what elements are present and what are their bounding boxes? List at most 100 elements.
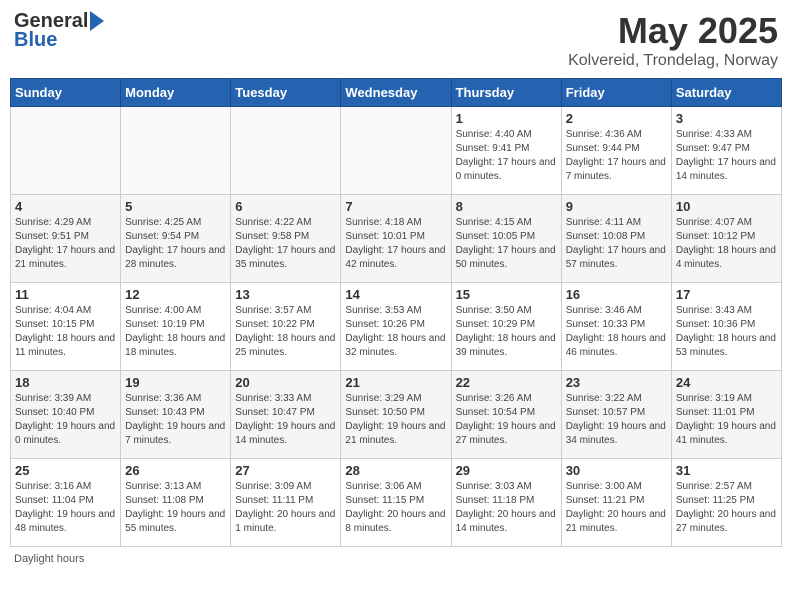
table-row: 2 Sunrise: 4:36 AMSunset: 9:44 PMDaylight…	[561, 107, 671, 195]
day-info: Sunrise: 3:13 AMSunset: 11:08 PMDaylight…	[125, 480, 226, 536]
table-row: 3 Sunrise: 4:33 AMSunset: 9:47 PMDaylight…	[671, 107, 781, 195]
table-row	[121, 107, 231, 195]
main-title: May 2025	[568, 10, 778, 52]
day-number: 31	[676, 463, 777, 478]
day-number: 18	[15, 375, 116, 390]
table-row: 6 Sunrise: 4:22 AMSunset: 9:58 PMDaylight…	[231, 195, 341, 283]
day-info: Sunrise: 3:00 AMSunset: 11:21 PMDaylight…	[566, 480, 667, 536]
day-number: 26	[125, 463, 226, 478]
day-number: 1	[456, 111, 557, 126]
day-info: Sunrise: 3:36 AMSunset: 10:43 PMDaylight…	[125, 392, 226, 448]
day-number: 28	[345, 463, 446, 478]
table-row	[341, 107, 451, 195]
table-row: 31 Sunrise: 2:57 AMSunset: 11:25 PMDaylig…	[671, 459, 781, 547]
daylight-label: Daylight hours	[14, 553, 84, 565]
table-row: 12Sunrise: 4:00 AMSunset: 10:19 PMDaylig…	[121, 283, 231, 371]
table-row: 25 Sunrise: 3:16 AMSunset: 11:04 PMDaylig…	[11, 459, 121, 547]
day-number: 24	[676, 375, 777, 390]
calendar-week-row: 1 Sunrise: 4:40 AMSunset: 9:41 PMDaylight…	[11, 107, 782, 195]
table-row: 20 Sunrise: 3:33 AMSunset: 10:47 PMDaylig…	[231, 371, 341, 459]
day-number: 27	[235, 463, 336, 478]
col-sunday: Sunday	[11, 79, 121, 107]
table-row: 11 Sunrise: 4:04 AMSunset: 10:15 PMDaylig…	[11, 283, 121, 371]
day-info: Sunrise: 3:09 AMSunset: 11:11 PMDaylight…	[235, 480, 336, 536]
table-row: 22Sunrise: 3:26 AMSunset: 10:54 PMDaylig…	[451, 371, 561, 459]
table-row: 17Sunrise: 3:43 AMSunset: 10:36 PMDaylig…	[671, 283, 781, 371]
day-number: 8	[456, 199, 557, 214]
day-number: 21	[345, 375, 446, 390]
day-number: 25	[15, 463, 116, 478]
day-info: Sunrise: 4:25 AMSunset: 9:54 PMDaylight:…	[125, 216, 226, 272]
day-info: Sunrise: 4:11 AMSunset: 10:08 PMDaylight…	[566, 216, 667, 272]
day-info: Sunrise: 3:53 AMSunset: 10:26 PMDaylight…	[345, 304, 446, 360]
day-number: 3	[676, 111, 777, 126]
day-info: Sunrise: 3:06 AMSunset: 11:15 PMDaylight…	[345, 480, 446, 536]
day-info: Sunrise: 3:50 AMSunset: 10:29 PMDaylight…	[456, 304, 557, 360]
day-info: Sunrise: 3:46 AMSunset: 10:33 PMDaylight…	[566, 304, 667, 360]
day-number: 12	[125, 287, 226, 302]
col-thursday: Thursday	[451, 79, 561, 107]
day-number: 6	[235, 199, 336, 214]
day-number: 17	[676, 287, 777, 302]
calendar-week-row: 25 Sunrise: 3:16 AMSunset: 11:04 PMDaylig…	[11, 459, 782, 547]
day-number: 23	[566, 375, 667, 390]
title-block: May 2025 Kolvereid, Trondelag, Norway	[568, 10, 778, 70]
day-number: 2	[566, 111, 667, 126]
day-number: 7	[345, 199, 446, 214]
footer: Daylight hours	[10, 553, 782, 565]
table-row: 16 Sunrise: 3:46 AMSunset: 10:33 PMDaylig…	[561, 283, 671, 371]
table-row: 14Sunrise: 3:53 AMSunset: 10:26 PMDaylig…	[341, 283, 451, 371]
day-number: 30	[566, 463, 667, 478]
day-info: Sunrise: 4:04 AMSunset: 10:15 PMDaylight…	[15, 304, 116, 360]
day-info: Sunrise: 3:22 AMSunset: 10:57 PMDaylight…	[566, 392, 667, 448]
day-info: Sunrise: 3:57 AMSunset: 10:22 PMDaylight…	[235, 304, 336, 360]
day-number: 5	[125, 199, 226, 214]
table-row: 8 Sunrise: 4:15 AMSunset: 10:05 PMDayligh…	[451, 195, 561, 283]
day-number: 16	[566, 287, 667, 302]
logo: General Blue	[14, 10, 104, 52]
day-info: Sunrise: 4:33 AMSunset: 9:47 PMDaylight:…	[676, 128, 777, 184]
table-row: 7 Sunrise: 4:18 AMSunset: 10:01 PMDayligh…	[341, 195, 451, 283]
col-saturday: Saturday	[671, 79, 781, 107]
table-row	[231, 107, 341, 195]
table-row: 13 Sunrise: 3:57 AMSunset: 10:22 PMDaylig…	[231, 283, 341, 371]
calendar-week-row: 11 Sunrise: 4:04 AMSunset: 10:15 PMDaylig…	[11, 283, 782, 371]
day-number: 4	[15, 199, 116, 214]
day-info: Sunrise: 4:15 AMSunset: 10:05 PMDaylight…	[456, 216, 557, 272]
table-row: 24 Sunrise: 3:19 AMSunset: 11:01 PMDaylig…	[671, 371, 781, 459]
day-info: Sunrise: 3:29 AMSunset: 10:50 PMDaylight…	[345, 392, 446, 448]
calendar-week-row: 18 Sunrise: 3:39 AMSunset: 10:40 PMDaylig…	[11, 371, 782, 459]
logo-arrow-icon	[90, 11, 104, 31]
day-info: Sunrise: 4:18 AMSunset: 10:01 PMDaylight…	[345, 216, 446, 272]
table-row: 5 Sunrise: 4:25 AMSunset: 9:54 PMDaylight…	[121, 195, 231, 283]
table-row: 18 Sunrise: 3:39 AMSunset: 10:40 PMDaylig…	[11, 371, 121, 459]
day-info: Sunrise: 4:29 AMSunset: 9:51 PMDaylight:…	[15, 216, 116, 272]
day-info: Sunrise: 4:07 AMSunset: 10:12 PMDaylight…	[676, 216, 777, 272]
table-row: 30 Sunrise: 3:00 AMSunset: 11:21 PMDaylig…	[561, 459, 671, 547]
day-info: Sunrise: 3:16 AMSunset: 11:04 PMDaylight…	[15, 480, 116, 536]
day-number: 20	[235, 375, 336, 390]
day-number: 13	[235, 287, 336, 302]
calendar-header-row: Sunday Monday Tuesday Wednesday Thursday…	[11, 79, 782, 107]
day-info: Sunrise: 3:39 AMSunset: 10:40 PMDaylight…	[15, 392, 116, 448]
day-number: 11	[15, 287, 116, 302]
table-row	[11, 107, 121, 195]
day-info: Sunrise: 3:19 AMSunset: 11:01 PMDaylight…	[676, 392, 777, 448]
day-number: 19	[125, 375, 226, 390]
page-header: General Blue May 2025 Kolvereid, Trondel…	[10, 10, 782, 70]
calendar-week-row: 4 Sunrise: 4:29 AMSunset: 9:51 PMDaylight…	[11, 195, 782, 283]
table-row: 10 Sunrise: 4:07 AMSunset: 10:12 PMDaylig…	[671, 195, 781, 283]
day-info: Sunrise: 4:36 AMSunset: 9:44 PMDaylight:…	[566, 128, 667, 184]
logo-blue-text: Blue	[14, 29, 57, 52]
day-number: 9	[566, 199, 667, 214]
day-number: 10	[676, 199, 777, 214]
subtitle: Kolvereid, Trondelag, Norway	[568, 52, 778, 70]
day-info: Sunrise: 4:40 AMSunset: 9:41 PMDaylight:…	[456, 128, 557, 184]
day-info: Sunrise: 4:22 AMSunset: 9:58 PMDaylight:…	[235, 216, 336, 272]
day-info: Sunrise: 3:33 AMSunset: 10:47 PMDaylight…	[235, 392, 336, 448]
table-row: 9 Sunrise: 4:11 AMSunset: 10:08 PMDayligh…	[561, 195, 671, 283]
table-row: 28 Sunrise: 3:06 AMSunset: 11:15 PMDaylig…	[341, 459, 451, 547]
table-row: 19 Sunrise: 3:36 AMSunset: 10:43 PMDaylig…	[121, 371, 231, 459]
day-number: 15	[456, 287, 557, 302]
day-info: Sunrise: 2:57 AMSunset: 11:25 PMDaylight…	[676, 480, 777, 536]
